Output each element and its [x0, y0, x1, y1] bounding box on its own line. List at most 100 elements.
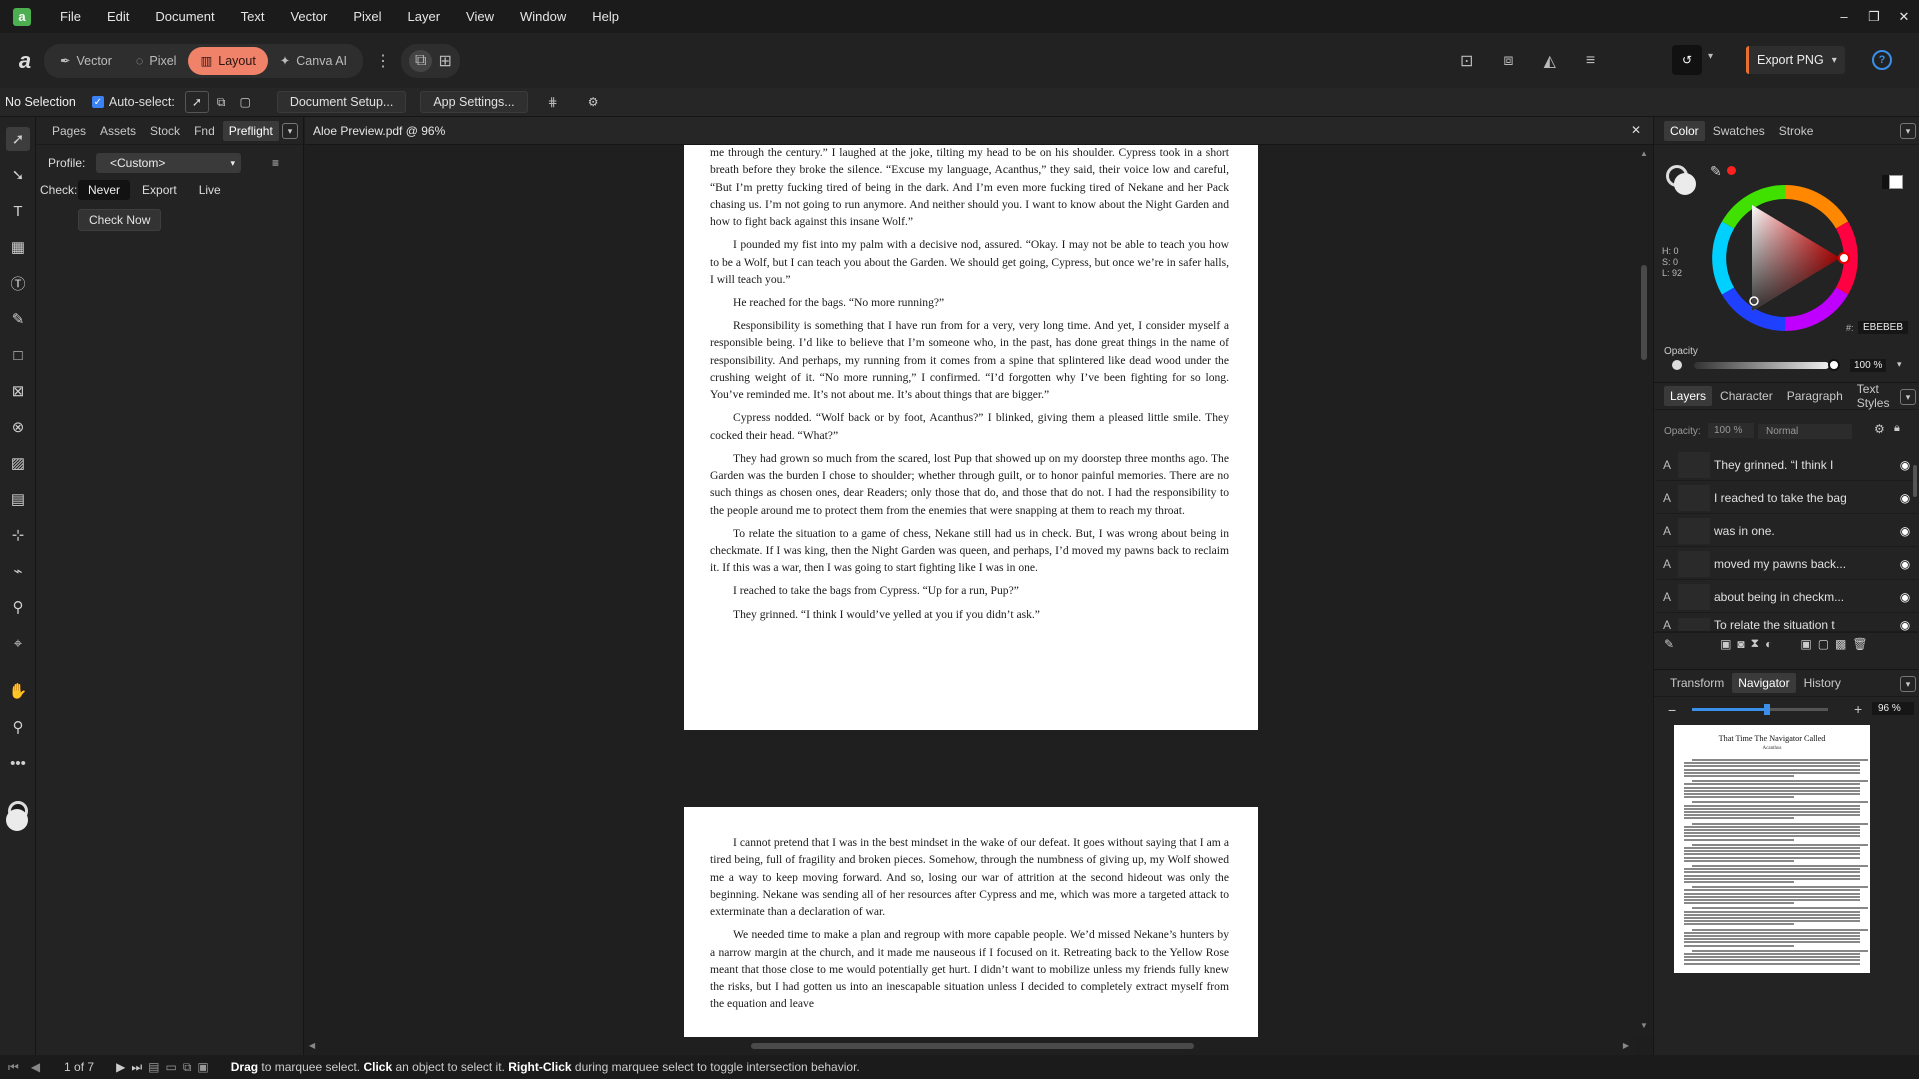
- tab-character[interactable]: Character: [1714, 389, 1779, 403]
- menu-vector[interactable]: Vector: [277, 9, 340, 24]
- layer-row[interactable]: Amoved my pawns back... ◉: [1656, 548, 1918, 580]
- crop-tool-icon[interactable]: ⊹: [6, 523, 30, 547]
- check-live-option[interactable]: Live: [189, 180, 231, 200]
- menu-view[interactable]: View: [453, 9, 507, 24]
- layer-settings-icon[interactable]: ⚙: [1874, 422, 1885, 436]
- mask-icon[interactable]: ◙: [1737, 637, 1744, 651]
- fill-swatch-icon[interactable]: [1674, 173, 1696, 195]
- vertical-scrollbar[interactable]: ▲ ▼: [1635, 145, 1653, 1037]
- tab-pages[interactable]: Pages: [46, 124, 92, 138]
- zoom-slider-handle[interactable]: [1763, 704, 1770, 715]
- paragraph[interactable]: They grinned. “I think I would’ve yelled…: [710, 606, 1229, 623]
- paragraph[interactable]: To relate the situation to a game of che…: [710, 525, 1229, 577]
- layer-name[interactable]: was in one.: [1714, 524, 1892, 538]
- layer-name[interactable]: To relate the situation t: [1714, 618, 1892, 631]
- layer-name[interactable]: moved my pawns back...: [1714, 557, 1892, 571]
- scroll-down-icon[interactable]: ▼: [1640, 1021, 1648, 1030]
- page-view-icon[interactable]: ▤: [148, 1060, 159, 1074]
- opacity-slider-handle[interactable]: [1828, 359, 1840, 371]
- zoom-tool-icon[interactable]: ⚲: [6, 715, 30, 739]
- tab-transform[interactable]: Transform: [1664, 676, 1730, 690]
- white-swatch[interactable]: [1889, 175, 1903, 189]
- opacity-input[interactable]: 100 %: [1850, 359, 1887, 372]
- text-wrap-tool-icon[interactable]: ▤: [6, 487, 30, 511]
- app-logo-icon[interactable]: a: [13, 7, 31, 26]
- blend-mode-select[interactable]: Normal: [1758, 424, 1852, 439]
- eyedropper-tool-icon[interactable]: ⌁: [6, 559, 30, 583]
- hex-input[interactable]: EBEBEB: [1858, 321, 1909, 334]
- single-window-icon[interactable]: ⧉: [409, 49, 433, 72]
- live-filter-icon[interactable]: ◐: [1765, 637, 1772, 651]
- close-window-icon[interactable]: ✕: [1889, 9, 1919, 25]
- tab-layers[interactable]: Layers: [1664, 386, 1713, 406]
- visibility-eye-icon[interactable]: ◉: [1892, 590, 1918, 604]
- profile-select[interactable]: <Custom> ▾: [96, 153, 241, 173]
- restore-icon[interactable]: ❐: [1859, 9, 1889, 25]
- grid-view-icon[interactable]: ⊞: [438, 51, 451, 71]
- snapping-icon[interactable]: ↺: [1672, 45, 1702, 75]
- next-page-icon[interactable]: ▶: [116, 1060, 125, 1074]
- transparency-tool-icon[interactable]: ⌖: [6, 631, 30, 655]
- move-tool-icon[interactable]: ➚: [6, 127, 30, 151]
- autoselect-checkbox[interactable]: ✓: [91, 96, 104, 108]
- copy-page-icon[interactable]: ⧉: [183, 1060, 192, 1075]
- fill-color-icon[interactable]: [6, 809, 28, 831]
- paragraph[interactable]: I cannot pretend that I was in the best …: [710, 834, 1229, 920]
- more-tools-icon[interactable]: •••: [6, 751, 30, 775]
- close-document-icon[interactable]: ✕: [1631, 123, 1641, 137]
- panel-collapse-icon[interactable]: ▾: [1900, 123, 1916, 139]
- layer-row[interactable]: AI reached to take the bag ◉: [1656, 482, 1918, 514]
- scroll-up-icon[interactable]: ▲: [1640, 149, 1648, 158]
- document-setup-button[interactable]: Document Setup...: [276, 91, 407, 113]
- delete-page-icon[interactable]: ▣: [197, 1060, 208, 1074]
- more-vertical-icon[interactable]: ⋮: [375, 51, 391, 71]
- export-button[interactable]: Export PNG ▾: [1746, 46, 1845, 74]
- paragraph[interactable]: They had grown so much from the scared, …: [710, 450, 1229, 519]
- vertical-scroll-thumb[interactable]: [1641, 265, 1647, 360]
- persona-layout[interactable]: ▥ Layout: [188, 46, 268, 75]
- snapshot-icon[interactable]: ⊡: [1460, 51, 1473, 71]
- navigator-preview[interactable]: That Time The Navigator Called Acanthus: [1674, 725, 1870, 973]
- shape-select-icon[interactable]: ⧉: [217, 95, 226, 110]
- panel-collapse-icon[interactable]: ▾: [1900, 676, 1916, 692]
- panel-collapse-icon[interactable]: ▾: [1900, 389, 1916, 405]
- page-1[interactable]: me through the century.” I laughed at th…: [684, 145, 1258, 730]
- help-icon[interactable]: ?: [1872, 50, 1892, 70]
- eyedropper-icon[interactable]: ✎: [1710, 163, 1722, 180]
- picture-frame-tool-icon[interactable]: ⊠: [6, 379, 30, 403]
- color-wheel[interactable]: [1710, 183, 1860, 333]
- text-frame-tool-icon[interactable]: T: [6, 199, 30, 223]
- menu-document[interactable]: Document: [142, 9, 227, 24]
- tab-history[interactable]: History: [1798, 676, 1847, 690]
- grid-icon[interactable]: ⋕: [548, 95, 558, 109]
- layer-row[interactable]: A They grinned. “I think I ◉: [1656, 449, 1918, 481]
- artboard-select-icon[interactable]: ▢: [239, 95, 250, 109]
- paragraph[interactable]: Responsibility is something that I have …: [710, 317, 1229, 403]
- add-layer-icon[interactable]: ▢: [1818, 637, 1829, 651]
- node-tool-icon[interactable]: ➘: [6, 163, 30, 187]
- paragraph[interactable]: He reached for the bags. “No more runnin…: [710, 294, 1229, 311]
- gear-icon[interactable]: ⚙: [588, 95, 599, 109]
- layer-row[interactable]: Aabout being in checkm... ◉: [1656, 581, 1918, 613]
- zoom-out-icon[interactable]: −: [1668, 702, 1676, 718]
- minimize-icon[interactable]: –: [1829, 9, 1859, 24]
- check-now-button[interactable]: Check Now: [78, 209, 162, 231]
- page-2[interactable]: I cannot pretend that I was in the best …: [684, 807, 1258, 1037]
- layer-opacity-input[interactable]: 100 %: [1708, 423, 1754, 438]
- menu-edit[interactable]: Edit: [94, 9, 142, 24]
- layer-name[interactable]: I reached to take the bag: [1714, 491, 1892, 505]
- document-tab-title[interactable]: Aloe Preview.pdf @ 96%: [313, 124, 445, 138]
- lock-icon[interactable]: 🔒︎: [1894, 422, 1900, 435]
- table-tool-icon[interactable]: ▦: [6, 235, 30, 259]
- prev-page-icon[interactable]: ◀: [31, 1060, 40, 1074]
- zoom-slider[interactable]: [1692, 704, 1828, 715]
- horizontal-scrollbar[interactable]: ◀ ▶: [305, 1037, 1635, 1055]
- tab-stroke[interactable]: Stroke: [1773, 124, 1820, 138]
- layers-scroll-thumb[interactable]: [1913, 465, 1917, 497]
- rectangle-tool-icon[interactable]: □: [6, 343, 30, 367]
- zoom-input[interactable]: 96 %: [1872, 702, 1914, 715]
- flip-icon[interactable]: ◭: [1544, 51, 1556, 71]
- artistic-text-tool-icon[interactable]: Ⓣ: [6, 271, 30, 295]
- adjustment-icon[interactable]: ⧗: [1751, 636, 1759, 651]
- place-image-tool-icon[interactable]: ▨: [6, 451, 30, 475]
